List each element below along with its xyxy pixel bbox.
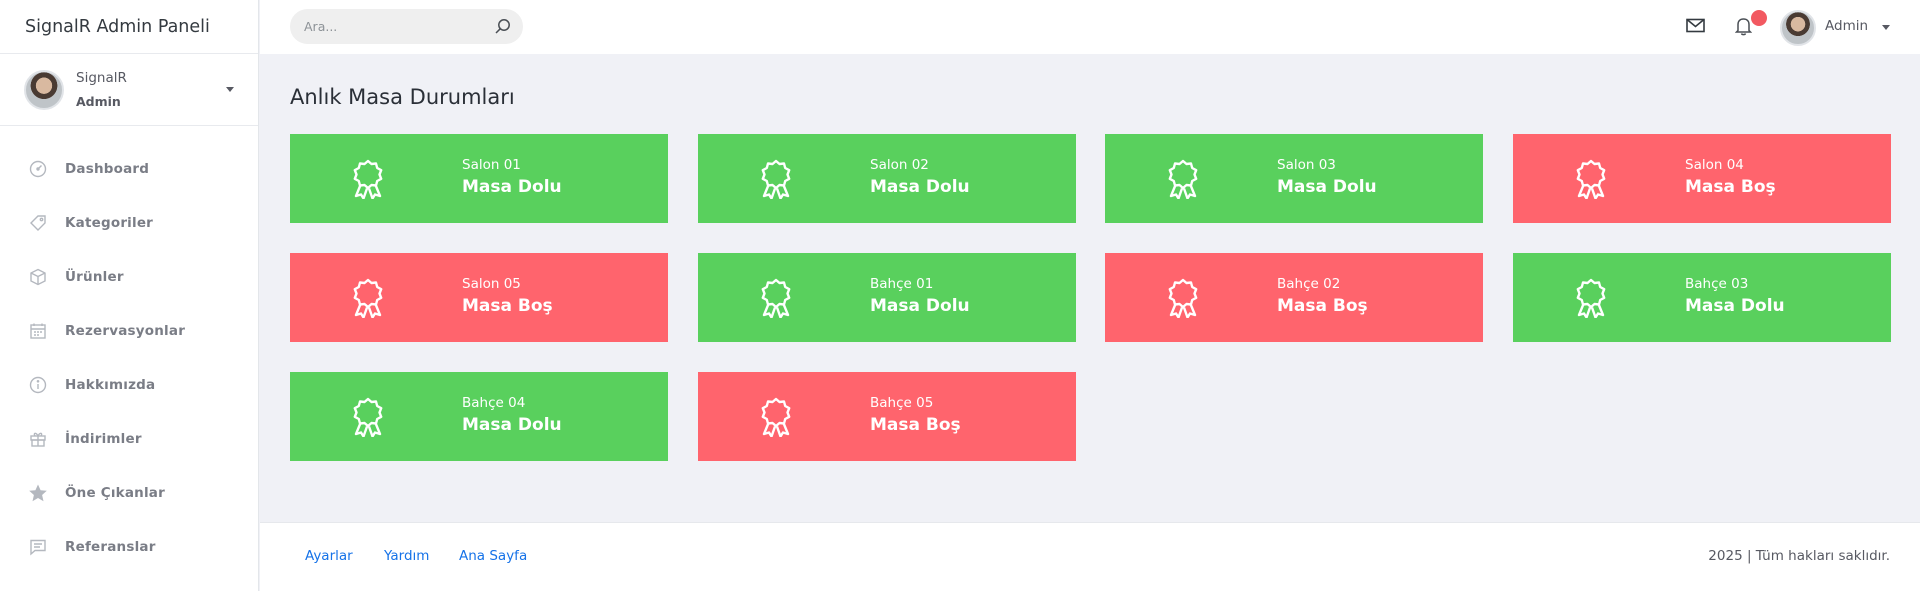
sidebar-user-name: SignalR — [76, 69, 127, 86]
award-icon — [759, 278, 793, 319]
footer-link-yardim[interactable]: Yardım — [384, 548, 429, 564]
award-icon — [351, 159, 385, 200]
table-status-card[interactable]: Salon 05 Masa Boş — [290, 253, 668, 342]
avatar — [24, 69, 64, 110]
table-status-card[interactable]: Bahçe 02 Masa Boş — [1105, 253, 1483, 342]
card-text: Salon 04 Masa Boş — [1685, 156, 1776, 200]
table-name: Bahçe 01 — [870, 276, 934, 292]
table-name: Salon 04 — [1685, 157, 1744, 173]
award-icon — [1574, 278, 1608, 319]
table-name: Bahçe 03 — [1685, 276, 1749, 292]
card-text: Salon 02 Masa Dolu — [870, 156, 970, 200]
table-status-card[interactable]: Salon 02 Masa Dolu — [698, 134, 1076, 223]
search-icon[interactable] — [494, 18, 511, 39]
mail-icon[interactable] — [1686, 18, 1705, 37]
table-name: Salon 01 — [462, 157, 521, 173]
avatar[interactable] — [1780, 10, 1816, 46]
info-icon — [28, 375, 48, 395]
app-title[interactable]: SignalR Admin Paneli — [0, 0, 258, 54]
table-status: Masa Dolu — [462, 415, 562, 435]
card-text: Bahçe 01 Masa Dolu — [870, 275, 970, 319]
footer-link-ayarlar[interactable]: Ayarlar — [305, 548, 353, 564]
table-name: Salon 02 — [870, 157, 929, 173]
page-title: Anlık Masa Durumları — [290, 85, 515, 109]
card-text: Bahçe 05 Masa Boş — [870, 394, 961, 438]
table-status: Masa Dolu — [870, 296, 970, 316]
caret-down-icon[interactable] — [226, 87, 234, 92]
gift-icon — [28, 429, 48, 449]
table-status: Masa Dolu — [870, 177, 970, 197]
table-status: Masa Boş — [1685, 177, 1776, 197]
table-status-card[interactable]: Bahçe 01 Masa Dolu — [698, 253, 1076, 342]
sidebar-nav: Dashboard Kategoriler Ürünler Rezervasyo… — [0, 126, 258, 574]
comment-icon — [28, 537, 48, 557]
table-name: Bahçe 05 — [870, 395, 934, 411]
caret-down-icon[interactable] — [1882, 25, 1890, 30]
footer-link-ana-sayfa[interactable]: Ana Sayfa — [459, 548, 527, 564]
sidebar-item-urunler[interactable]: Ürünler — [0, 250, 258, 304]
table-name: Salon 05 — [462, 276, 521, 292]
award-icon — [351, 278, 385, 319]
table-status: Masa Dolu — [1685, 296, 1785, 316]
sidebar-user-role: Admin — [76, 93, 121, 109]
sidebar-item-label: Ürünler — [65, 269, 124, 285]
award-icon — [1166, 278, 1200, 319]
top-navbar: Admin — [260, 0, 1920, 54]
table-status-card[interactable]: Salon 03 Masa Dolu — [1105, 134, 1483, 223]
table-name: Salon 03 — [1277, 157, 1336, 173]
sidebar-item-rezervasyonlar[interactable]: Rezervasyonlar — [0, 304, 258, 358]
sidebar-item-label: Kategoriler — [65, 215, 154, 231]
footer: Ayarlar Yardım Ana Sayfa 2025 | Tüm hakl… — [260, 522, 1920, 591]
award-icon — [1166, 159, 1200, 200]
table-status: Masa Boş — [870, 415, 961, 435]
bell-icon[interactable] — [1734, 16, 1753, 40]
award-icon — [351, 397, 385, 438]
award-icon — [1574, 159, 1608, 200]
sidebar-item-hakkimizda[interactable]: Hakkımızda — [0, 358, 258, 412]
sidebar-item-label: İndirimler — [65, 431, 142, 447]
table-status-card[interactable]: Bahçe 03 Masa Dolu — [1513, 253, 1891, 342]
user-menu-name[interactable]: Admin — [1825, 18, 1868, 34]
card-text: Bahçe 03 Masa Dolu — [1685, 275, 1785, 319]
calendar-icon — [28, 321, 48, 341]
card-text: Salon 03 Masa Dolu — [1277, 156, 1377, 200]
sidebar-item-dashboard[interactable]: Dashboard — [0, 142, 258, 196]
card-text: Salon 01 Masa Dolu — [462, 156, 562, 200]
sidebar-item-label: Hakkımızda — [65, 377, 156, 393]
dashboard-gauge-icon — [28, 159, 48, 179]
sidebar-item-indirimler[interactable]: İndirimler — [0, 412, 258, 466]
table-name: Bahçe 02 — [1277, 276, 1341, 292]
table-status: Masa Boş — [462, 296, 553, 316]
award-icon — [759, 397, 793, 438]
table-status: Masa Boş — [1277, 296, 1368, 316]
sidebar-user-panel[interactable]: SignalR Admin — [0, 54, 258, 126]
table-status: Masa Dolu — [1277, 177, 1377, 197]
box-icon — [28, 267, 48, 287]
card-text: Bahçe 04 Masa Dolu — [462, 394, 562, 438]
table-status-card[interactable]: Salon 04 Masa Boş — [1513, 134, 1891, 223]
table-name: Bahçe 04 — [462, 395, 526, 411]
card-text: Salon 05 Masa Boş — [462, 275, 553, 319]
sidebar-item-referanslar[interactable]: Referanslar — [0, 520, 258, 574]
sidebar-item-one-cikanlar[interactable]: Öne Çıkanlar — [0, 466, 258, 520]
search-input[interactable] — [304, 19, 484, 34]
footer-copyright: 2025 | Tüm hakları saklıdır. — [1708, 548, 1890, 564]
star-icon — [28, 483, 48, 503]
sidebar: SignalR Admin Paneli SignalR Admin Dashb… — [0, 0, 259, 591]
table-status-card[interactable]: Salon 01 Masa Dolu — [290, 134, 668, 223]
award-icon — [759, 159, 793, 200]
sidebar-item-label: Referanslar — [65, 539, 156, 555]
search-box — [290, 9, 523, 44]
tag-icon — [28, 213, 48, 233]
sidebar-item-kategoriler[interactable]: Kategoriler — [0, 196, 258, 250]
table-status-card[interactable]: Bahçe 04 Masa Dolu — [290, 372, 668, 461]
sidebar-item-label: Dashboard — [65, 161, 150, 177]
sidebar-item-label: Rezervasyonlar — [65, 323, 186, 339]
sidebar-item-label: Öne Çıkanlar — [65, 485, 165, 501]
table-status: Masa Dolu — [462, 177, 562, 197]
table-status-card[interactable]: Bahçe 05 Masa Boş — [698, 372, 1076, 461]
notification-badge — [1751, 10, 1767, 26]
card-text: Bahçe 02 Masa Boş — [1277, 275, 1368, 319]
